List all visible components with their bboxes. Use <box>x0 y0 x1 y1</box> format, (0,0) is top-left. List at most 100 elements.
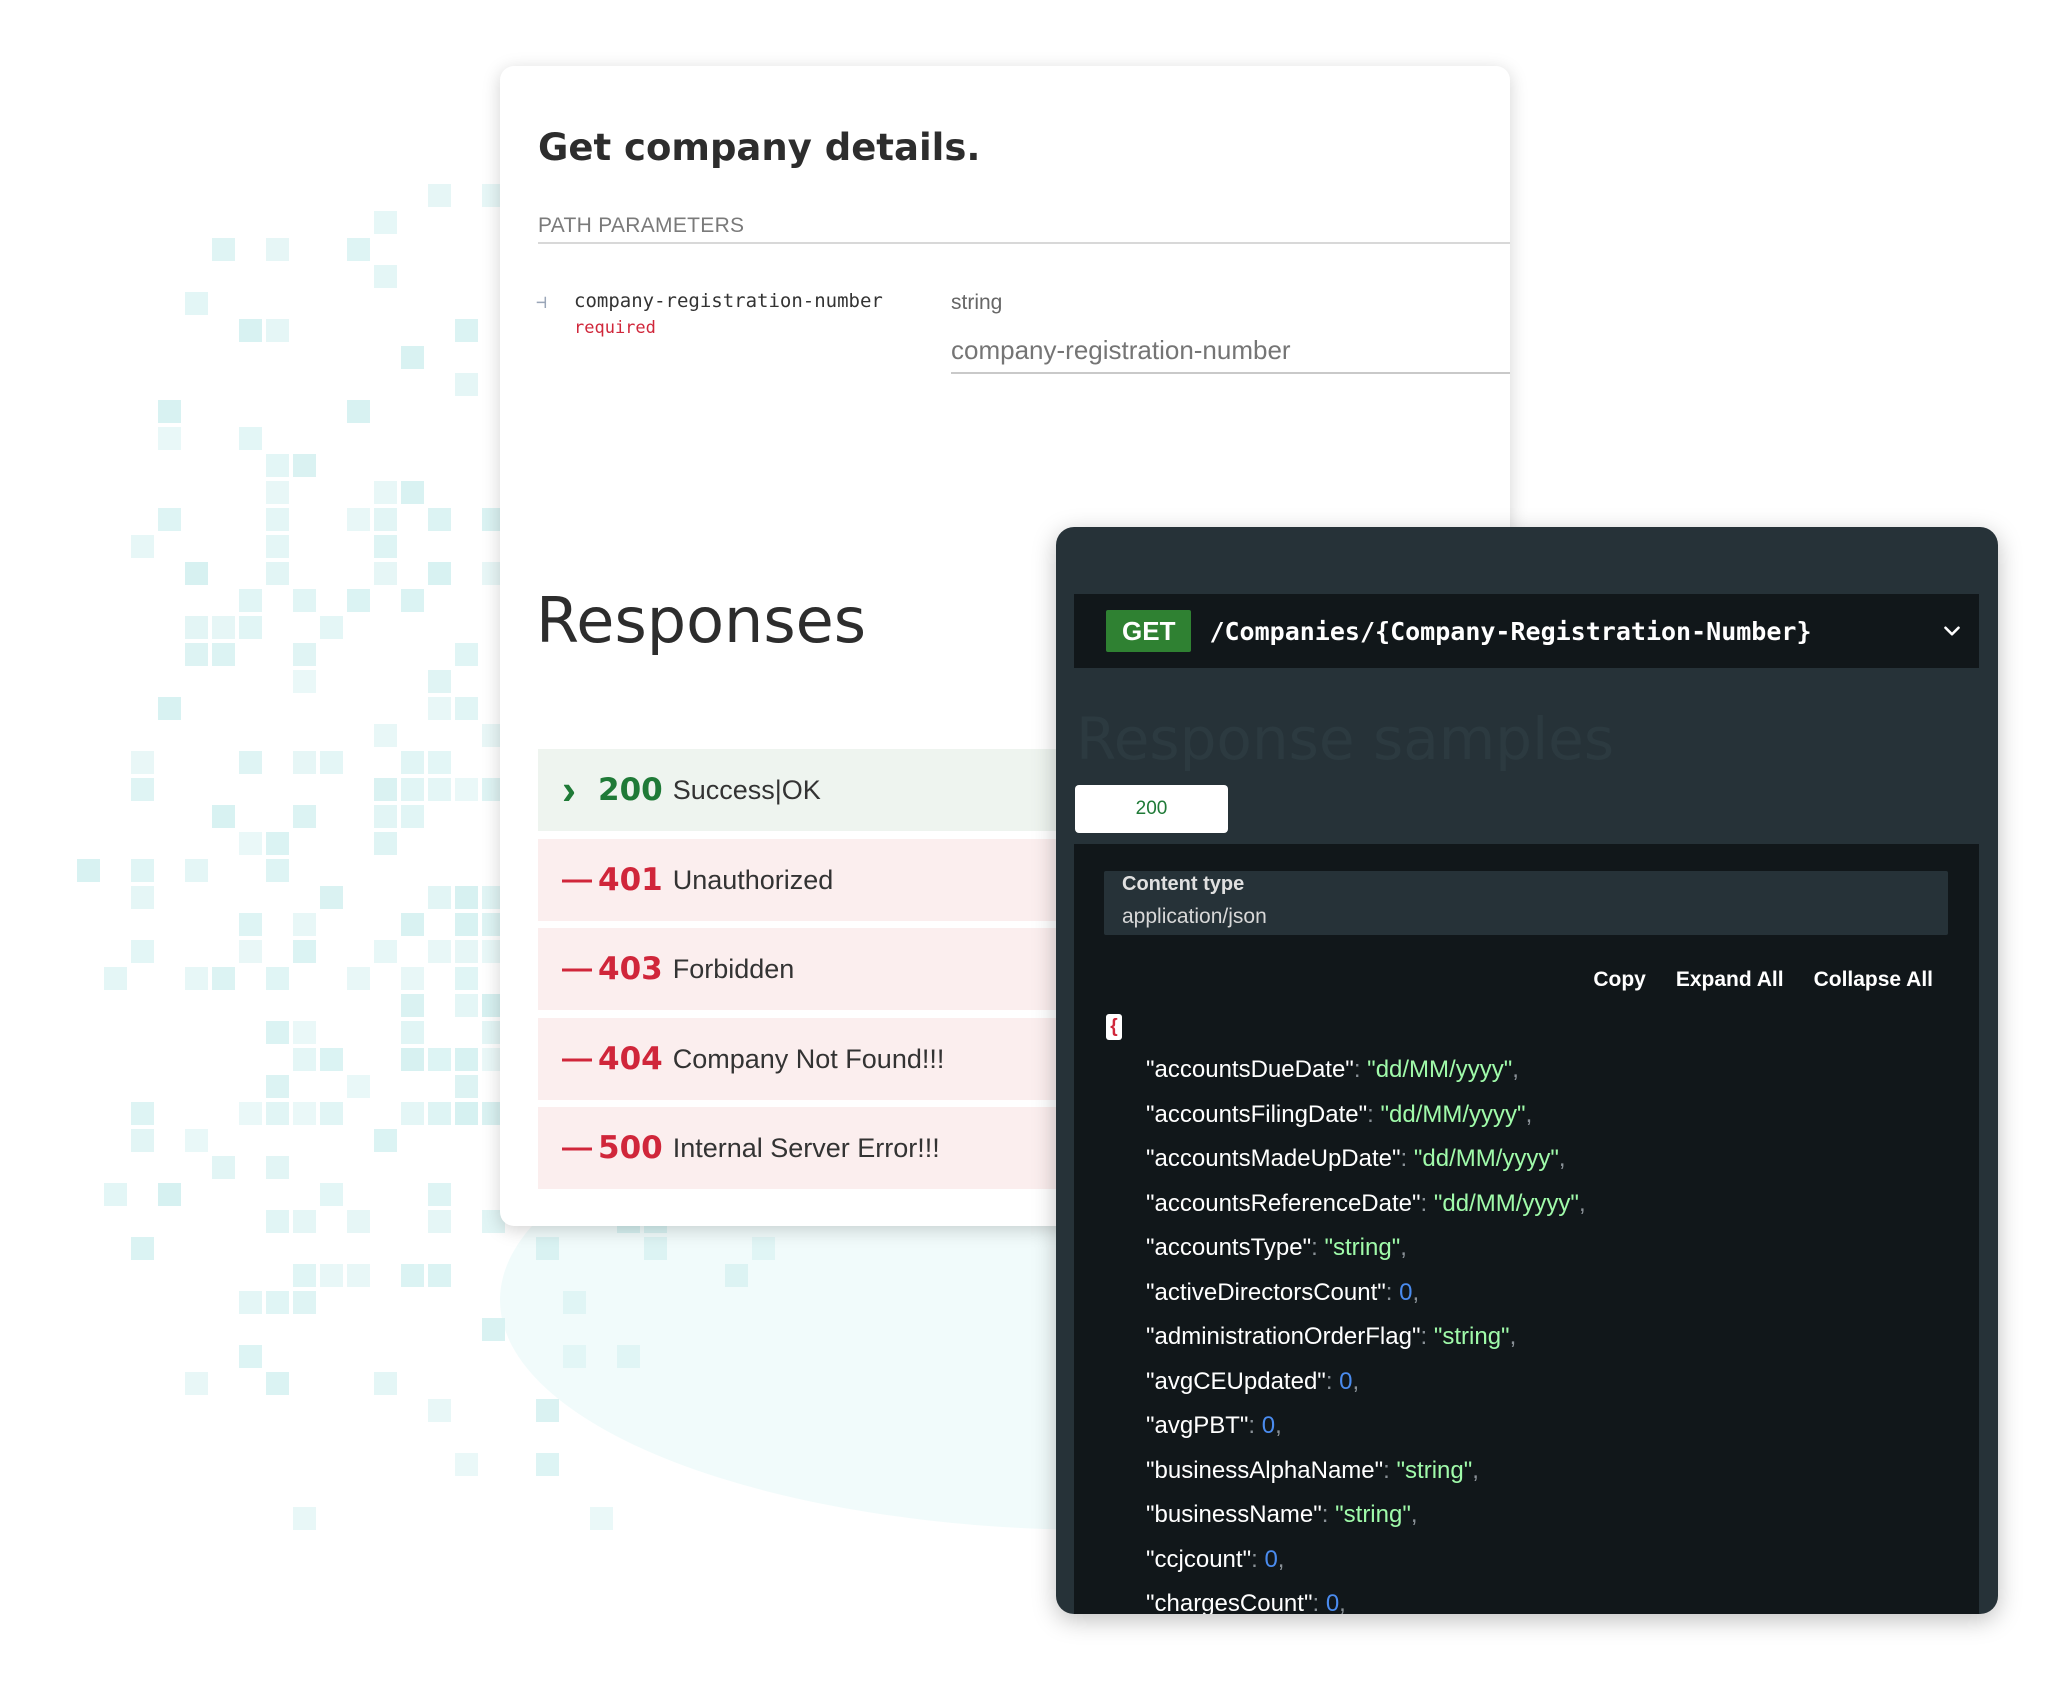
json-comma: , <box>1578 1189 1586 1217</box>
json-value: 0 <box>1261 1412 1276 1439</box>
json-colon: : <box>1312 1590 1326 1614</box>
json-colon: : <box>1248 1412 1262 1439</box>
json-comma: , <box>1509 1323 1517 1350</box>
json-line: "accountsType": "string", <box>1146 1234 1586 1279</box>
response-description: Forbidden <box>672 953 795 984</box>
chevron-right-icon: › <box>562 766 576 813</box>
json-comma: , <box>1412 1278 1420 1306</box>
response-samples-panel: GET /Companies/{Company-Registration-Num… <box>1056 527 1998 1614</box>
dash-icon: — <box>562 863 592 896</box>
json-line: "accountsDueDate": "dd/MM/yyyy", <box>1146 1056 1586 1101</box>
json-colon: : <box>1321 1501 1336 1528</box>
json-value: "dd/MM/yyyy" <box>1433 1189 1579 1217</box>
json-line: "accountsMadeUpDate": "dd/MM/yyyy", <box>1146 1145 1586 1190</box>
page-title: Get company details. <box>538 126 981 169</box>
response-code: 401 <box>598 862 663 898</box>
response-code: 404 <box>598 1041 663 1077</box>
tab-200[interactable]: 200 <box>1075 785 1228 833</box>
divider <box>538 242 1510 244</box>
json-value: 0 <box>1325 1590 1340 1614</box>
json-colon: : <box>1325 1367 1340 1395</box>
json-key: "accountsFilingDate" <box>1146 1100 1368 1128</box>
content-type-selector[interactable]: Content type application/json <box>1104 871 1948 935</box>
dash-icon: — <box>562 1042 592 1075</box>
expand-all-button[interactable]: Expand All <box>1676 968 1784 992</box>
json-key: "businessAlphaName" <box>1146 1456 1384 1484</box>
param-name: company-registration-number <box>574 290 883 312</box>
json-key: "avgCEUpdated" <box>1146 1367 1326 1395</box>
response-code: 403 <box>598 951 663 987</box>
json-comma: , <box>1410 1501 1418 1528</box>
response-code: 200 <box>598 772 663 808</box>
json-value: "string" <box>1396 1456 1473 1484</box>
json-comma: , <box>1558 1145 1566 1172</box>
json-value: "string" <box>1335 1501 1411 1528</box>
json-colon: : <box>1311 1234 1325 1261</box>
response-description: Company Not Found!!! <box>672 1043 945 1074</box>
content-type-value: application/json <box>1122 905 1267 928</box>
json-value: 0 <box>1399 1278 1413 1306</box>
response-description: Success|OK <box>672 774 821 805</box>
path-parameters-label: PATH PARAMETERS <box>538 214 745 237</box>
http-method-badge: GET <box>1106 610 1192 652</box>
json-value: "dd/MM/yyyy" <box>1380 1100 1526 1128</box>
json-comma: , <box>1525 1100 1533 1128</box>
json-value: 0 <box>1339 1367 1353 1395</box>
json-key: "administrationOrderFlag" <box>1146 1323 1421 1350</box>
json-colon: : <box>1400 1145 1414 1172</box>
endpoint-path: /Companies/{Company-Registration-Number} <box>1209 616 1812 646</box>
json-line: "businessName": "string", <box>1146 1501 1586 1546</box>
json-colon: : <box>1353 1056 1368 1083</box>
json-colon: : <box>1383 1456 1397 1484</box>
json-line: "administrationOrderFlag": "string", <box>1146 1323 1586 1368</box>
json-key: "avgPBT" <box>1146 1412 1249 1439</box>
tree-branch-icon: ⊣ <box>536 292 547 313</box>
json-key: "accountsType" <box>1146 1234 1312 1261</box>
company-registration-number-input[interactable] <box>951 328 1510 374</box>
json-comma: , <box>1472 1456 1479 1484</box>
json-value: "string" <box>1324 1234 1401 1261</box>
json-colon: : <box>1367 1100 1381 1128</box>
json-key: "ccjcount" <box>1146 1545 1252 1573</box>
json-value: 0 <box>1264 1545 1278 1573</box>
json-value: "dd/MM/yyyy" <box>1367 1056 1513 1083</box>
json-comma: , <box>1512 1056 1519 1083</box>
dash-icon: — <box>562 952 592 985</box>
json-line: "chargesCount": 0, <box>1146 1590 1586 1614</box>
json-value: "string" <box>1433 1323 1510 1350</box>
json-line: "businessAlphaName": "string", <box>1146 1457 1586 1502</box>
endpoint-bar[interactable]: GET /Companies/{Company-Registration-Num… <box>1074 594 1979 668</box>
response-description: Internal Server Error!!! <box>672 1132 940 1163</box>
json-key: "accountsDueDate" <box>1146 1056 1354 1083</box>
json-key: "activeDirectorsCount" <box>1146 1278 1386 1306</box>
json-colon: : <box>1251 1545 1265 1573</box>
response-description: Unauthorized <box>672 864 834 895</box>
json-comma: , <box>1400 1234 1407 1261</box>
collapse-all-button[interactable]: Collapse All <box>1814 968 1933 992</box>
dash-icon: — <box>562 1131 592 1164</box>
json-line: "activeDirectorsCount": 0, <box>1146 1279 1586 1324</box>
json-line: "avgCEUpdated": 0, <box>1146 1368 1586 1413</box>
json-key: "businessName" <box>1146 1501 1322 1528</box>
json-line: "avgPBT": 0, <box>1146 1412 1586 1457</box>
json-comma: , <box>1275 1412 1282 1439</box>
content-type-label: Content type <box>1122 873 1245 895</box>
param-required-badge: required <box>574 318 656 338</box>
json-colon: : <box>1385 1278 1400 1306</box>
responses-heading: Responses <box>536 584 867 657</box>
sample-body: Content type application/json Copy Expan… <box>1074 844 1979 1614</box>
json-value: "dd/MM/yyyy" <box>1413 1145 1559 1172</box>
param-type: string <box>951 291 1003 314</box>
json-colon: : <box>1420 1323 1434 1350</box>
json-line: "accountsReferenceDate": "dd/MM/yyyy", <box>1146 1190 1586 1235</box>
chevron-down-icon[interactable] <box>1939 618 1965 644</box>
json-key: "accountsMadeUpDate" <box>1146 1145 1401 1172</box>
json-collapse-toggle-icon[interactable]: { <box>1106 1014 1122 1040</box>
copy-button[interactable]: Copy <box>1593 968 1646 992</box>
json-sample: "accountsDueDate": "dd/MM/yyyy", "account… <box>1146 1056 1586 1614</box>
json-comma: , <box>1352 1367 1360 1395</box>
json-comma: , <box>1339 1590 1346 1614</box>
sample-actions: Copy Expand All Collapse All <box>1593 968 1933 992</box>
json-line: "accountsFilingDate": "dd/MM/yyyy", <box>1146 1101 1586 1146</box>
json-colon: : <box>1420 1189 1434 1217</box>
